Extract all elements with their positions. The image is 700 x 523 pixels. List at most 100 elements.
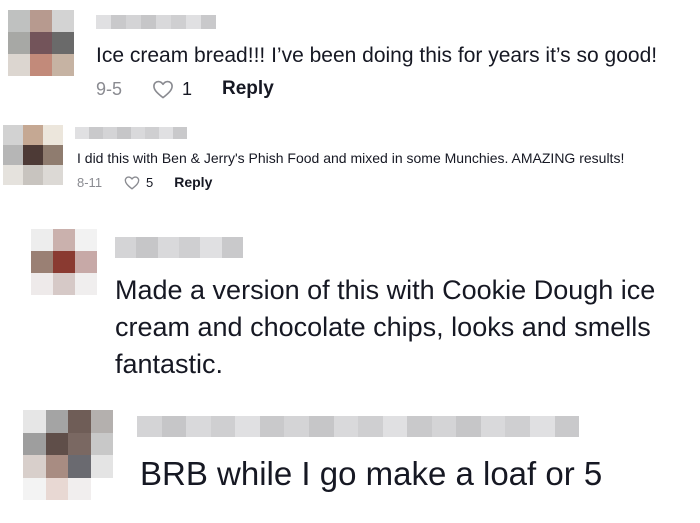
blur-block (103, 127, 117, 139)
avatar-pixel (23, 165, 43, 185)
blur-block (111, 15, 126, 29)
avatar[interactable] (8, 10, 74, 76)
username-blurred[interactable] (75, 127, 187, 139)
username-blurred[interactable] (115, 237, 243, 258)
blur-block (201, 15, 216, 29)
blur-block (131, 127, 145, 139)
like-count: 1 (182, 78, 193, 99)
avatar-pixel (52, 54, 74, 76)
avatar-pixel (30, 10, 52, 32)
avatar-pixel (90, 410, 113, 433)
like-button[interactable]: 1 (152, 79, 192, 100)
blur-block (137, 416, 162, 437)
avatar-pixel (43, 125, 63, 145)
comment-item: I did this with Ben & Jerry's Phish Food… (0, 115, 700, 205)
username-blurred[interactable] (96, 15, 216, 29)
blur-block (159, 127, 173, 139)
avatar[interactable] (3, 125, 63, 185)
avatar[interactable] (23, 410, 113, 500)
comment-meta: 8-11 5 Reply (77, 174, 212, 190)
avatar-pixel (23, 145, 43, 165)
avatar-pixel (75, 251, 97, 273)
avatar-pixel (75, 229, 97, 251)
avatar-pixel (23, 125, 43, 145)
avatar-pixel (68, 455, 91, 478)
avatar-pixel (3, 145, 23, 165)
blur-block (456, 416, 481, 437)
avatar-pixel (31, 229, 53, 251)
avatar-pixel (30, 32, 52, 54)
comment-item: Made a version of this with Cookie Dough… (0, 220, 700, 390)
avatar-pixel (43, 145, 63, 165)
comment-item: BRB while I go make a loaf or 5 (0, 400, 700, 523)
blur-block (117, 127, 131, 139)
like-count: 5 (146, 174, 154, 190)
avatar-pixel (45, 477, 68, 500)
blur-block (126, 15, 141, 29)
avatar-pixel (23, 455, 46, 478)
avatar-pixel (31, 251, 53, 273)
blur-block (505, 416, 530, 437)
comment-item: Ice cream bread!!! I’ve been doing this … (0, 0, 700, 115)
avatar-pixel (75, 273, 97, 295)
blur-block (235, 416, 260, 437)
comment-meta: 9-5 1 Reply (96, 78, 274, 100)
comment-text: Made a version of this with Cookie Dough… (115, 275, 656, 379)
blur-block (200, 237, 222, 258)
blur-block (221, 237, 243, 258)
avatar-pixel (53, 251, 75, 273)
comment-text: BRB while I go make a loaf or 5 (140, 455, 603, 492)
avatar-pixel (23, 410, 46, 433)
blur-block (156, 15, 171, 29)
comment-text: Ice cream bread!!! I’ve been doing this … (96, 44, 658, 67)
blur-block (530, 416, 555, 437)
blur-block (259, 416, 285, 437)
blur-block (308, 416, 334, 437)
reply-button[interactable]: Reply (222, 78, 274, 100)
avatar-pixel (23, 432, 46, 455)
blur-block (115, 237, 137, 258)
blur-block (480, 416, 506, 437)
reply-button[interactable]: Reply (174, 174, 212, 190)
blur-block (136, 237, 158, 258)
avatar-pixel (45, 455, 68, 478)
blur-block (96, 15, 111, 29)
avatar-pixel (90, 432, 113, 455)
avatar-pixel (30, 54, 52, 76)
blur-block (554, 416, 580, 437)
blur-block (431, 416, 457, 437)
avatar-pixel (45, 410, 68, 433)
blur-block (358, 416, 383, 437)
username-blurred[interactable] (137, 416, 580, 437)
avatar-pixel (68, 410, 91, 433)
heart-outline-icon (152, 79, 174, 99)
avatar-pixel (23, 477, 46, 500)
avatar-pixel (8, 32, 30, 54)
blur-block (75, 127, 89, 139)
avatar-pixel (53, 273, 75, 295)
blur-block (382, 416, 408, 437)
avatar[interactable] (31, 229, 97, 295)
avatar-pixel (53, 229, 75, 251)
blur-block (161, 416, 187, 437)
avatar-pixel (43, 165, 63, 185)
avatar-pixel (3, 125, 23, 145)
blur-block (407, 416, 432, 437)
avatar-pixel (68, 432, 91, 455)
avatar-pixel (68, 477, 91, 500)
blur-block (210, 416, 236, 437)
comment-date: 9-5 (96, 78, 123, 99)
blur-block (333, 416, 359, 437)
like-button[interactable]: 5 (124, 175, 153, 190)
avatar-pixel (52, 32, 74, 54)
avatar-pixel (90, 455, 113, 478)
blur-block (186, 15, 201, 29)
avatar-pixel (8, 10, 30, 32)
blur-block (173, 127, 187, 139)
heart-outline-icon (124, 175, 140, 190)
blur-block (171, 15, 186, 29)
blur-block (186, 416, 211, 437)
comment-text: I did this with Ben & Jerry's Phish Food… (77, 150, 625, 166)
blur-block (157, 237, 179, 258)
avatar-pixel (45, 432, 68, 455)
